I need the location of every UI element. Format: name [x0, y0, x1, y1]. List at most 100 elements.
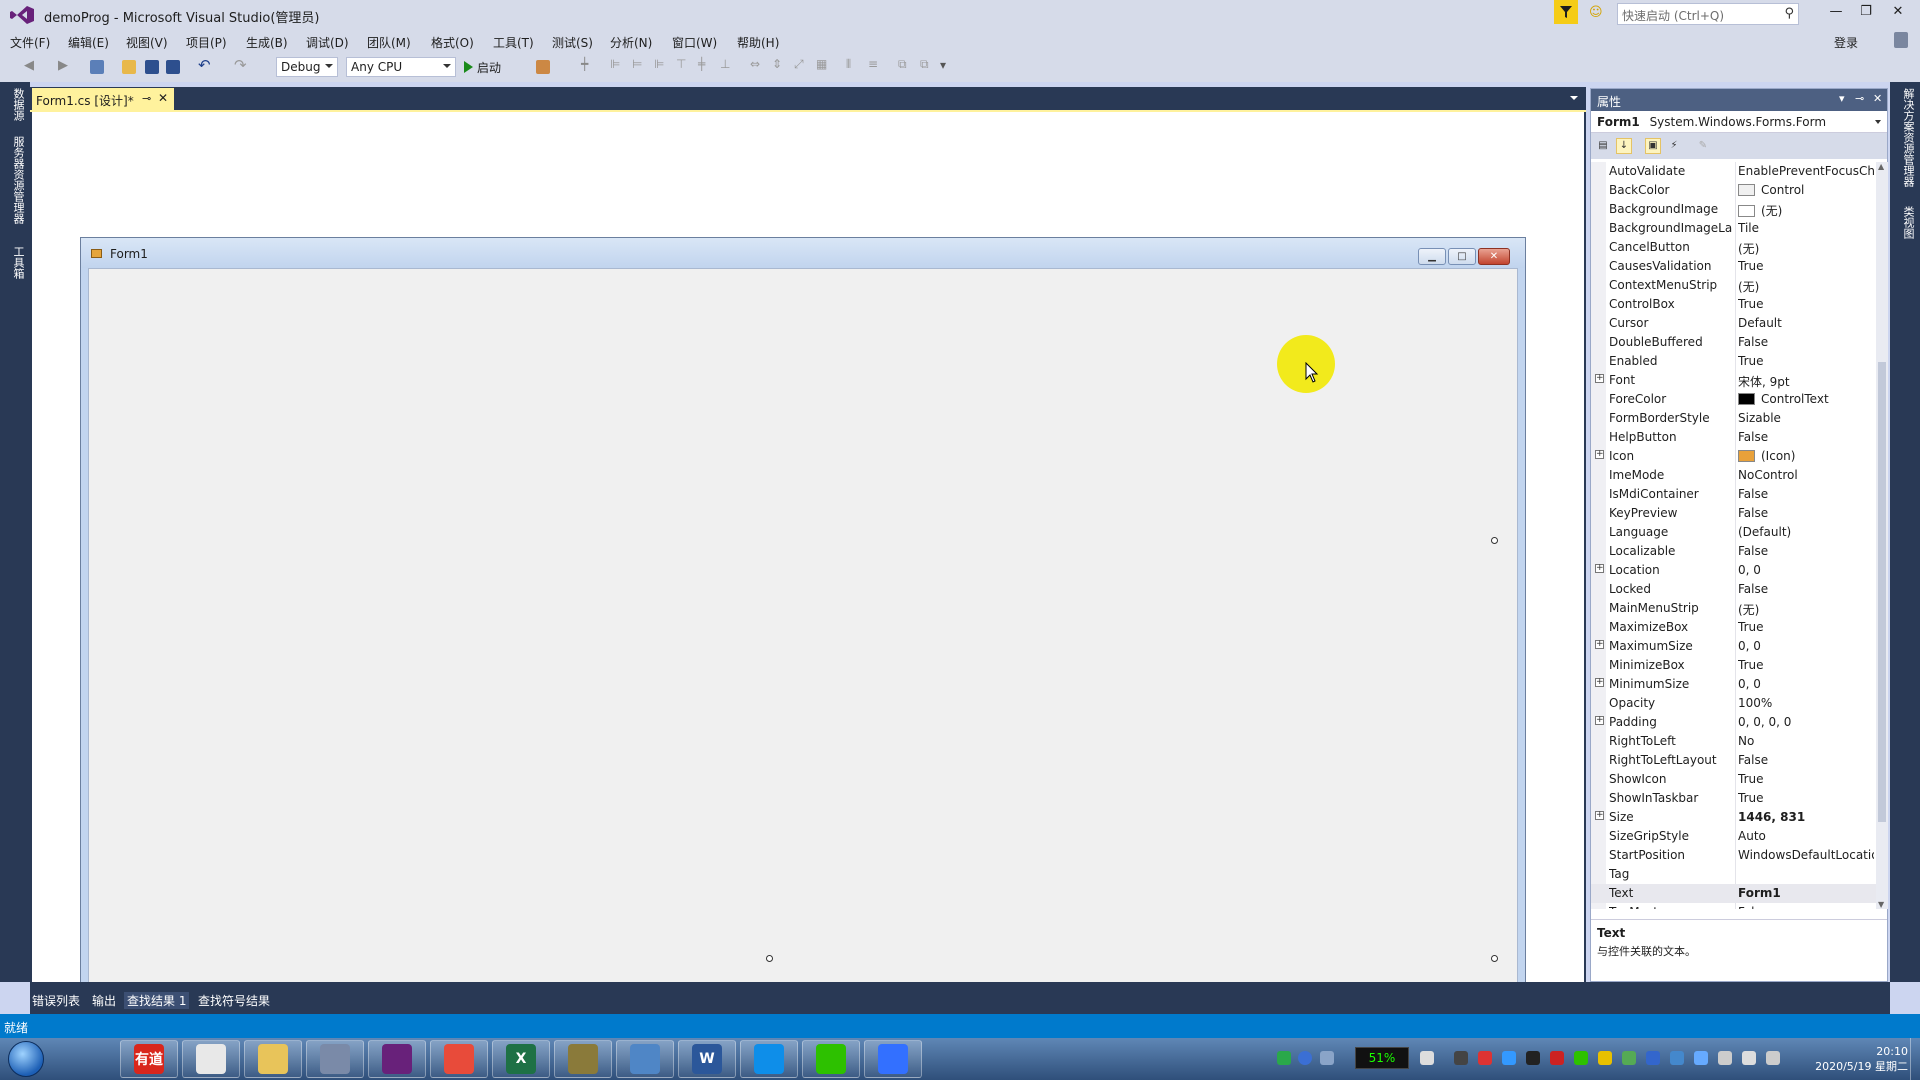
property-row-size[interactable]: + Size 1446, 831 [1591, 808, 1876, 827]
property-value[interactable]: True [1738, 791, 1874, 805]
menu-test[interactable]: 测试(S) [552, 34, 593, 51]
notifications-filter-icon[interactable] [1554, 0, 1578, 24]
property-row-mainmenustrip[interactable]: MainMenuStrip (无) [1591, 599, 1876, 618]
expand-icon[interactable]: + [1595, 374, 1604, 383]
tab-find-results[interactable]: 查找结果 1 [124, 992, 190, 1009]
taskbar-app-snail[interactable] [554, 1040, 612, 1078]
tab-find-symbol-results[interactable]: 查找符号结果 [198, 992, 270, 1009]
undo-icon[interactable]: ↶ [198, 56, 212, 74]
new-project-icon[interactable] [90, 60, 104, 74]
tray-app-icon[interactable] [1420, 1051, 1434, 1065]
taskbar-app-explorer[interactable] [244, 1040, 302, 1078]
property-value[interactable]: False [1738, 582, 1874, 596]
taskbar-app-excel[interactable]: X [492, 1040, 550, 1078]
start-button[interactable] [8, 1041, 44, 1077]
power-icon[interactable] [1718, 1051, 1732, 1065]
property-row-font[interactable]: + Font 宋体, 9pt [1591, 371, 1876, 390]
align-tops-icon[interactable]: ⊤ [676, 57, 690, 71]
tray-antivirus-icon[interactable] [1550, 1051, 1564, 1065]
property-value[interactable]: True [1738, 772, 1874, 786]
property-value[interactable]: True [1738, 354, 1874, 368]
pin-icon[interactable]: ⊸ [142, 92, 151, 105]
document-tab-form1-designer[interactable]: Form1.cs [设计]* ⊸ ✕ [32, 88, 174, 110]
tab-output[interactable]: 输出 [92, 992, 116, 1009]
property-row-topmost[interactable]: TopMost False [1591, 903, 1876, 909]
navigate-forward-icon[interactable]: ▶ [58, 58, 72, 73]
events-icon[interactable]: ⚡ [1666, 138, 1682, 154]
align-centers-icon[interactable]: ⊨ [632, 57, 646, 71]
property-value[interactable]: NoControl [1738, 468, 1874, 482]
expand-icon[interactable]: + [1595, 564, 1604, 573]
property-value[interactable]: 0, 0 [1738, 677, 1874, 691]
categorized-icon[interactable]: ▤ [1595, 138, 1611, 154]
property-value[interactable]: False [1738, 905, 1874, 909]
property-row-controlbox[interactable]: ControlBox True [1591, 295, 1876, 314]
tray-network-drive-icon[interactable] [1670, 1051, 1684, 1065]
property-row-tag[interactable]: Tag [1591, 865, 1876, 884]
property-row-contextmenustrip[interactable]: ContextMenuStrip (无) [1591, 276, 1876, 295]
property-value[interactable]: False [1738, 753, 1874, 767]
tray-usb-icon[interactable] [1454, 1051, 1468, 1065]
menu-project[interactable]: 项目(P) [186, 34, 227, 51]
make-same-height-icon[interactable]: ⇕ [772, 57, 786, 71]
size-to-grid-icon[interactable]: ▦ [816, 57, 830, 71]
property-row-autovalidate[interactable]: AutoValidate EnablePreventFocusCh [1591, 162, 1876, 181]
menu-build[interactable]: 生成(B) [246, 34, 288, 51]
property-row-maximumsize[interactable]: + MaximumSize 0, 0 [1591, 637, 1876, 656]
taskbar-app-teamviewer[interactable] [740, 1040, 798, 1078]
property-pages-icon[interactable]: ✎ [1695, 138, 1711, 154]
property-row-causesvalidation[interactable]: CausesValidation True [1591, 257, 1876, 276]
property-value[interactable]: 1446, 831 [1738, 810, 1874, 824]
property-value[interactable]: Default [1738, 316, 1874, 330]
alphabetical-icon[interactable]: ↓ [1616, 138, 1632, 154]
bring-to-front-icon[interactable]: ⧉ [898, 57, 912, 71]
property-value[interactable]: ControlText [1738, 392, 1874, 406]
property-value[interactable]: WindowsDefaultLocatio [1738, 848, 1874, 862]
property-row-backgroundimagela[interactable]: BackgroundImageLa Tile [1591, 219, 1876, 238]
property-value[interactable]: Control [1738, 183, 1874, 197]
tray-browser-icon[interactable] [1598, 1051, 1612, 1065]
property-value[interactable]: False [1738, 544, 1874, 558]
sign-in-link[interactable]: 登录 [1834, 34, 1858, 51]
sogou-input-icon[interactable] [1277, 1051, 1291, 1065]
property-value[interactable]: False [1738, 335, 1874, 349]
make-same-width-icon[interactable]: ⇔ [750, 57, 764, 71]
taskbar-app-visual-studio[interactable] [368, 1040, 426, 1078]
taskbar-app-word[interactable]: W [678, 1040, 736, 1078]
property-value[interactable]: 宋体, 9pt [1738, 373, 1874, 390]
property-value[interactable]: (Icon) [1738, 449, 1874, 463]
property-row-opacity[interactable]: Opacity 100% [1591, 694, 1876, 713]
solution-platform-select[interactable]: Any CPU [346, 57, 456, 77]
property-row-sizegripstyle[interactable]: SizeGripStyle Auto [1591, 827, 1876, 846]
property-value[interactable]: (无) [1738, 278, 1874, 295]
property-value[interactable]: (无) [1738, 601, 1874, 618]
property-row-keypreview[interactable]: KeyPreview False [1591, 504, 1876, 523]
navigate-back-icon[interactable]: ◀ [24, 58, 38, 73]
show-desktop-button[interactable] [1910, 1038, 1920, 1080]
data-sources-tab[interactable]: 数据源 [10, 88, 26, 121]
menu-team[interactable]: 团队(M) [367, 34, 411, 51]
property-row-icon[interactable]: + Icon (Icon) [1591, 447, 1876, 466]
property-value[interactable]: 0, 0 [1738, 639, 1874, 653]
property-row-ismdicontainer[interactable]: IsMdiContainer False [1591, 485, 1876, 504]
property-row-doublebuffered[interactable]: DoubleBuffered False [1591, 333, 1876, 352]
quick-launch-input[interactable]: 快速启动 (Ctrl+Q) ⚲ [1617, 3, 1799, 25]
property-value[interactable]: Form1 [1738, 886, 1874, 900]
tab-overflow-dropdown-icon[interactable] [1570, 96, 1578, 100]
auto-hide-pin-icon[interactable]: ⊸ [1855, 92, 1864, 105]
property-row-righttoleft[interactable]: RightToLeft No [1591, 732, 1876, 751]
menu-help[interactable]: 帮助(H) [737, 34, 779, 51]
snap-grid-icon[interactable]: ┿ [581, 57, 595, 71]
property-value[interactable]: (无) [1738, 202, 1874, 219]
tray-dictionary-icon[interactable] [1478, 1051, 1492, 1065]
taskbar-app-chrome[interactable] [182, 1040, 240, 1078]
network-icon[interactable] [1766, 1051, 1780, 1065]
scroll-up-icon[interactable]: ▲ [1878, 162, 1884, 171]
bluetooth-icon[interactable] [1646, 1051, 1660, 1065]
vertical-spacing-icon[interactable]: ≡ [868, 57, 882, 71]
tray-teamviewer-icon[interactable] [1502, 1051, 1516, 1065]
account-icon[interactable] [1894, 32, 1908, 48]
property-value[interactable]: Tile [1738, 221, 1874, 235]
property-row-showicon[interactable]: ShowIcon True [1591, 770, 1876, 789]
align-lefts-icon[interactable]: ⊫ [610, 57, 624, 71]
